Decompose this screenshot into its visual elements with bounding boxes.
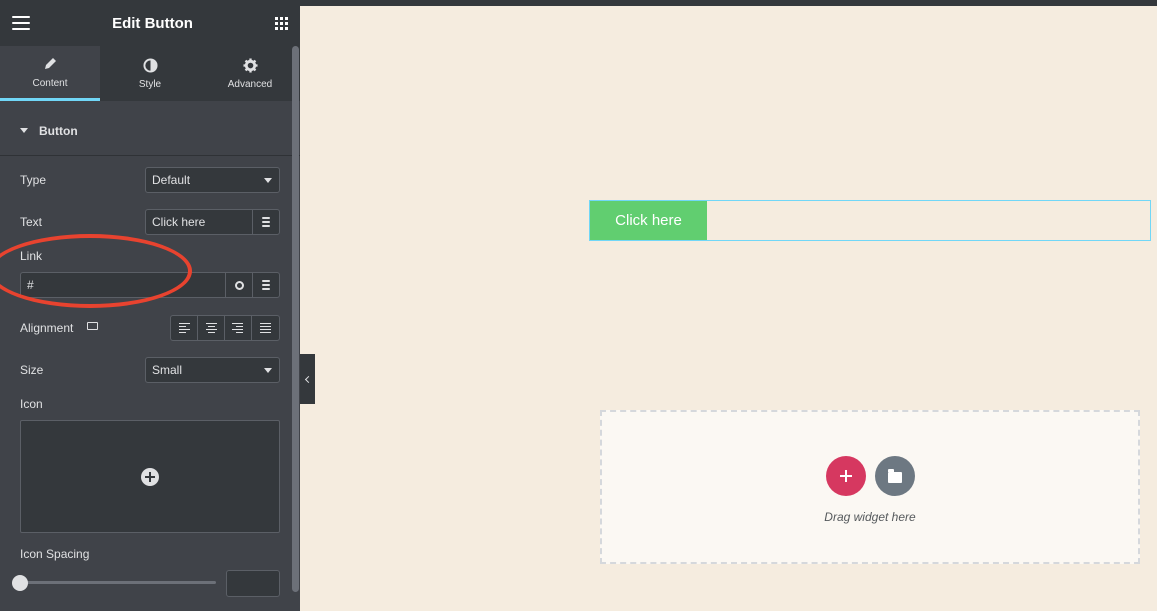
dynamic-tags-button[interactable]: [252, 210, 279, 234]
collapse-panel-button[interactable]: [300, 354, 315, 404]
text-control: Text: [20, 209, 280, 235]
database-icon: [262, 280, 270, 290]
canvas-top-bar: [300, 0, 1157, 6]
align-right-button[interactable]: [225, 316, 252, 340]
alignment-buttons: [170, 315, 280, 341]
folder-icon: [887, 468, 902, 483]
icon-picker[interactable]: [20, 420, 280, 533]
dropdown-arrow-icon: [264, 368, 272, 373]
icon-spacing-slider-handle[interactable]: [12, 575, 28, 591]
text-label: Text: [20, 215, 43, 229]
icon-spacing-control: Icon Spacing: [20, 547, 280, 561]
align-center-button[interactable]: [198, 316, 225, 340]
link-label: Link: [20, 249, 43, 263]
half-circle-icon: [142, 57, 158, 73]
tab-advanced-label: Advanced: [227, 79, 273, 90]
section-toggle-button[interactable]: Button: [0, 106, 300, 156]
tab-content[interactable]: Content: [0, 46, 100, 101]
link-control: Link: [20, 249, 280, 299]
plus-circle-icon: [141, 467, 159, 486]
icon-control: Icon: [20, 397, 280, 411]
pencil-icon: [42, 56, 58, 72]
gear-icon: [242, 57, 258, 73]
dropdown-arrow-icon: [264, 178, 272, 183]
align-justify-button[interactable]: [252, 316, 279, 340]
tab-style[interactable]: Style: [100, 46, 200, 101]
desktop-icon[interactable]: [87, 322, 98, 330]
alignment-control: Alignment: [20, 315, 280, 341]
tab-advanced[interactable]: Advanced: [200, 46, 300, 101]
icon-label: Icon: [20, 397, 43, 411]
icon-spacing-slider-track[interactable]: [20, 581, 216, 584]
link-input[interactable]: [21, 273, 225, 297]
database-icon: [262, 217, 270, 227]
panel-header: Edit Button: [0, 0, 300, 46]
add-section-button[interactable]: [825, 456, 866, 496]
type-label: Type: [20, 173, 47, 187]
text-input[interactable]: [146, 210, 252, 234]
size-select[interactable]: Small: [145, 357, 280, 383]
size-select-value: Small: [152, 363, 183, 377]
section-title: Button: [39, 123, 78, 138]
chevron-left-icon: [304, 375, 313, 383]
dynamic-tags-button[interactable]: [252, 273, 279, 297]
caret-down-icon: [20, 128, 28, 133]
panel-tabs: Content Style Advanced: [0, 46, 300, 101]
link-options-button[interactable]: [225, 273, 252, 297]
type-select[interactable]: Default: [145, 167, 280, 193]
align-left-button[interactable]: [171, 316, 198, 340]
size-control: Size Small: [20, 357, 280, 383]
alignment-label: Alignment: [20, 321, 74, 335]
size-label: Size: [20, 363, 44, 377]
tab-style-label: Style: [138, 79, 162, 90]
cta-button[interactable]: Click here: [590, 201, 707, 240]
text-input-group: [145, 209, 280, 235]
icon-spacing-label: Icon Spacing: [20, 547, 90, 561]
link-input-group: [20, 272, 280, 298]
dropzone-hint: Drag widget here: [824, 510, 916, 524]
add-template-button[interactable]: [874, 456, 915, 496]
type-select-value: Default: [152, 173, 191, 187]
panel-title: Edit Button: [112, 14, 193, 32]
button-widget[interactable]: Click here: [589, 200, 1151, 241]
editor-panel: Edit Button Content Style Advanced Butto…: [0, 0, 300, 611]
tab-content-label: Content: [32, 77, 68, 89]
widget-dropzone[interactable]: Drag widget here: [600, 410, 1140, 564]
dropzone-buttons: [825, 456, 915, 496]
widgets-grid-icon[interactable]: [275, 16, 288, 30]
panel-scrollbar[interactable]: [292, 46, 299, 592]
hamburger-menu-icon[interactable]: [12, 16, 30, 30]
gear-icon: [234, 280, 244, 290]
icon-spacing-input[interactable]: [226, 570, 280, 597]
type-control: Type Default: [20, 167, 280, 193]
